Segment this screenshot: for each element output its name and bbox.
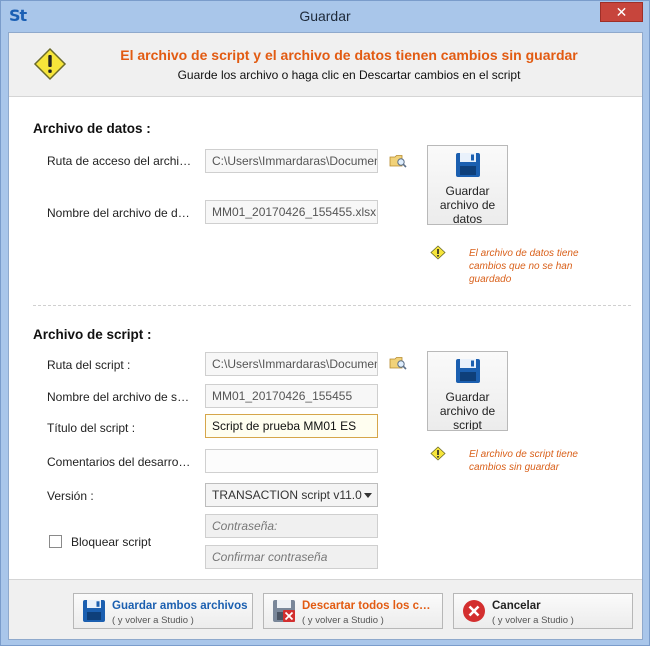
password-field[interactable]: Contraseña: <box>205 514 378 538</box>
version-label: Versión : <box>47 489 94 503</box>
save-data-file-label: Guardar archivo de datos <box>439 184 496 225</box>
cancel-x-icon <box>463 600 485 622</box>
save-data-file-button[interactable]: Guardar archivo de datos <box>427 145 508 225</box>
close-button[interactable]: ✕ <box>600 2 643 22</box>
warning-triangle-icon <box>33 47 67 81</box>
developer-comments-field[interactable] <box>205 449 378 473</box>
script-name-field[interactable]: MM01_20170426_155455 <box>205 384 378 408</box>
script-title-label: Título del script : <box>47 421 136 435</box>
script-file-section-title: Archivo de script : <box>33 327 152 342</box>
dialog-header: El archivo de script y el archivo de dat… <box>9 33 642 97</box>
confirm-password-field[interactable]: Confirmar contraseña <box>205 545 378 569</box>
title-bar[interactable]: St Guardar ✕ <box>1 1 649 32</box>
data-file-warning-text: El archivo de datos tiene cambios que no… <box>469 248 579 285</box>
save-script-file-label: Guardar archivo de script <box>439 390 496 431</box>
script-title-field[interactable]: Script de prueba MM01 ES <box>205 414 378 438</box>
window-title: Guardar <box>299 8 351 24</box>
script-path-label: Ruta del script : <box>47 358 131 372</box>
discard-all-sublabel: ( y volver a Studio ) <box>302 615 384 626</box>
cancel-label: Cancelar <box>492 600 541 612</box>
version-select[interactable]: TRANSACTION script v11.0 <box>205 483 378 507</box>
dialog-client-area: El archivo de script y el archivo de dat… <box>8 32 643 640</box>
save-both-button[interactable]: Guardar ambos archivos ( y volver a Stud… <box>73 593 253 629</box>
discard-all-button[interactable]: Descartar todos los cambios ( y volver a… <box>263 593 443 629</box>
lock-script-label[interactable]: Bloquear script <box>71 535 151 549</box>
developer-comments-label: Comentarios del desarrollador : <box>47 455 192 469</box>
script-file-warning-icon <box>430 446 446 461</box>
cancel-sublabel: ( y volver a Studio ) <box>492 615 574 626</box>
section-separator <box>33 305 631 306</box>
version-select-value: TRANSACTION script v11.0 <box>212 488 362 502</box>
header-title: El archivo de script y el archivo de dat… <box>120 47 578 63</box>
chevron-down-icon <box>364 493 372 498</box>
data-file-warning-icon <box>430 245 446 260</box>
data-file-name-label: Nombre del archivo de datos : <box>47 206 192 220</box>
folder-search-icon[interactable] <box>389 153 407 169</box>
script-name-label: Nombre del archivo de script : <box>47 390 192 404</box>
header-subtitle: Guarde los archivo o haga clic en Descar… <box>177 68 521 82</box>
script-file-warning-text: El archivo de script tiene cambios sin g… <box>469 449 578 473</box>
data-file-section-title: Archivo de datos : <box>33 121 151 136</box>
floppy-disk-icon <box>83 600 105 622</box>
lock-script-checkbox[interactable] <box>49 535 62 548</box>
script-path-field[interactable]: C:\Users\Immardaras\Documents <box>205 352 378 376</box>
folder-search-icon[interactable] <box>389 355 407 371</box>
save-dialog-window: St Guardar ✕ El archivo de script y el a… <box>0 0 650 646</box>
data-file-name-field[interactable]: MM01_20170426_155455.xlsx <box>205 200 378 224</box>
discard-all-label: Descartar todos los cambios <box>302 600 434 612</box>
data-file-path-label: Ruta de acceso del archivo de datos : <box>47 154 192 168</box>
floppy-disk-delete-icon <box>273 600 295 622</box>
floppy-disk-icon <box>456 153 480 177</box>
save-both-label: Guardar ambos archivos <box>112 600 248 612</box>
dialog-footer: Guardar ambos archivos ( y volver a Stud… <box>9 579 642 639</box>
save-both-sublabel: ( y volver a Studio ) <box>112 615 194 626</box>
floppy-disk-icon <box>456 359 480 383</box>
cancel-button[interactable]: Cancelar ( y volver a Studio ) <box>453 593 633 629</box>
data-file-path-field[interactable]: C:\Users\Immardaras\Documents <box>205 149 378 173</box>
save-script-file-button[interactable]: Guardar archivo de script <box>427 351 508 431</box>
